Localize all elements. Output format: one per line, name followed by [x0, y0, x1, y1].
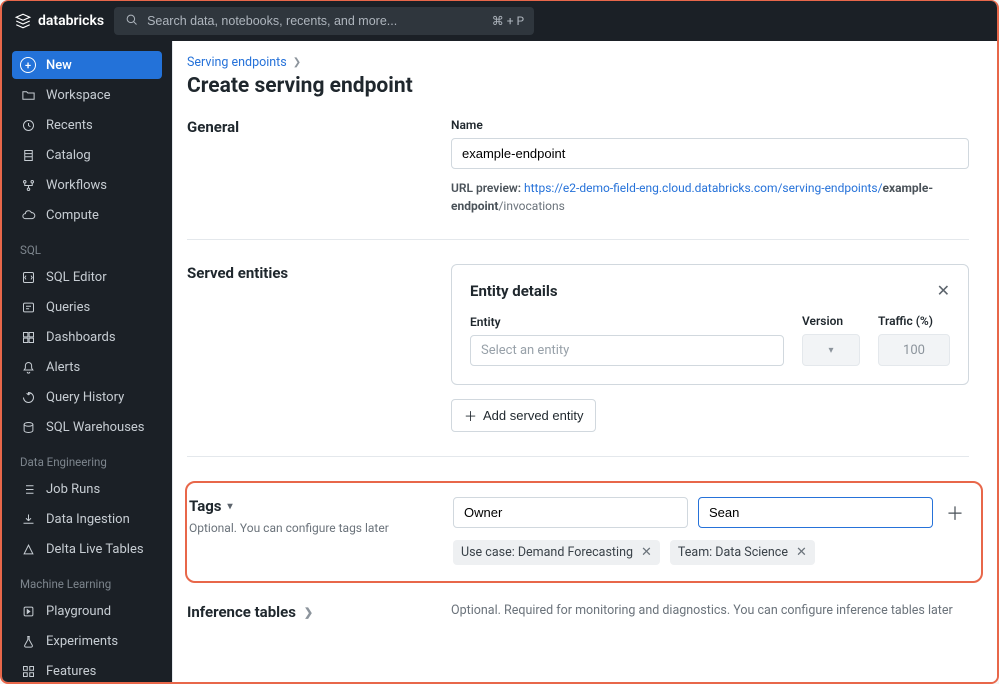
tags-section-highlight: Tags ▾ Optional. You can configure tags … [185, 481, 983, 583]
tag-key-input[interactable] [453, 497, 688, 528]
url-preview: URL preview: https://e2-demo-field-eng.c… [451, 179, 969, 215]
cloud-icon [20, 207, 36, 223]
editor-icon [20, 269, 36, 285]
sidebar: + New Workspace Recents Catalog Workflow… [2, 41, 172, 682]
dashboard-icon [20, 329, 36, 345]
chevron-right-icon: ❯ [293, 57, 301, 68]
sidebar-item-query-history[interactable]: Query History [12, 383, 162, 411]
page-title: Create serving endpoint [187, 74, 969, 98]
features-icon [20, 663, 36, 679]
databricks-logo-icon [14, 12, 32, 30]
inference-tables-heading[interactable]: Inference tables ❯ [187, 603, 427, 621]
folder-icon [20, 87, 36, 103]
sidebar-item-workflows[interactable]: Workflows [12, 171, 162, 199]
warehouse-icon [20, 419, 36, 435]
entity-details-title: Entity details [470, 282, 558, 300]
search-shortcut: ⌘ + P [492, 14, 524, 28]
search-icon [124, 12, 139, 31]
history-icon [20, 389, 36, 405]
list-icon [20, 481, 36, 497]
main-content: Serving endpoints ❯ Create serving endpo… [172, 41, 997, 682]
sidebar-item-sql-editor[interactable]: SQL Editor [12, 263, 162, 291]
sql-section-header: SQL [12, 231, 162, 261]
entity-label: Entity [470, 315, 784, 329]
entity-details-panel: Entity details ✕ Entity Select an entity… [451, 264, 969, 385]
breadcrumb-parent[interactable]: Serving endpoints [187, 55, 287, 70]
traffic-input[interactable]: 100 [878, 334, 950, 366]
sidebar-item-queries[interactable]: Queries [12, 293, 162, 321]
sidebar-item-features[interactable]: Features [12, 657, 162, 682]
sidebar-item-sql-warehouses[interactable]: SQL Warehouses [12, 413, 162, 441]
served-entities-heading: Served entities [187, 264, 427, 282]
playground-icon [20, 603, 36, 619]
new-button[interactable]: + New [12, 51, 162, 79]
name-label: Name [451, 118, 969, 132]
version-select[interactable]: ▾ [802, 334, 860, 366]
flask-icon [20, 633, 36, 649]
plus-icon: ＋ [946, 500, 964, 526]
global-search[interactable]: ⌘ + P [114, 7, 534, 35]
tags-subtitle: Optional. You can configure tags later [189, 521, 429, 535]
sidebar-item-playground[interactable]: Playground [12, 597, 162, 625]
chevron-down-icon[interactable]: ▾ [228, 501, 233, 512]
catalog-icon [20, 147, 36, 163]
remove-tag-icon[interactable]: ✕ [796, 545, 807, 560]
endpoint-name-input[interactable] [451, 138, 969, 169]
delta-icon [20, 541, 36, 557]
plus-icon: ＋ [464, 406, 477, 425]
close-icon[interactable]: ✕ [937, 281, 950, 300]
tag-chip: Team: Data Science ✕ [670, 540, 815, 565]
new-label: New [46, 58, 72, 73]
tags-heading: Tags ▾ [189, 497, 429, 515]
sidebar-item-catalog[interactable]: Catalog [12, 141, 162, 169]
add-tag-button[interactable]: ＋ [943, 501, 967, 525]
ingestion-icon [20, 511, 36, 527]
inference-note: Optional. Required for monitoring and di… [451, 603, 969, 621]
sidebar-item-data-ingestion[interactable]: Data Ingestion [12, 505, 162, 533]
sidebar-item-delta-live-tables[interactable]: Delta Live Tables [12, 535, 162, 563]
sidebar-item-job-runs[interactable]: Job Runs [12, 475, 162, 503]
brand: databricks [14, 12, 104, 30]
queries-icon [20, 299, 36, 315]
sidebar-item-dashboards[interactable]: Dashboards [12, 323, 162, 351]
tag-chip: Use case: Demand Forecasting ✕ [453, 540, 660, 565]
traffic-label: Traffic (%) [878, 314, 950, 328]
clock-icon [20, 117, 36, 133]
tag-value-input[interactable] [698, 497, 933, 528]
general-heading: General [187, 118, 427, 136]
search-input[interactable] [147, 14, 484, 28]
version-label: Version [802, 314, 860, 328]
sidebar-item-compute[interactable]: Compute [12, 201, 162, 229]
sidebar-item-experiments[interactable]: Experiments [12, 627, 162, 655]
plus-circle-icon: + [20, 57, 36, 73]
workflows-icon [20, 177, 36, 193]
brand-name: databricks [38, 13, 104, 29]
de-section-header: Data Engineering [12, 443, 162, 473]
add-served-entity-button[interactable]: ＋ Add served entity [451, 399, 596, 432]
chevron-right-icon: ❯ [304, 606, 313, 619]
breadcrumb: Serving endpoints ❯ [187, 55, 969, 70]
remove-tag-icon[interactable]: ✕ [641, 545, 652, 560]
sidebar-item-workspace[interactable]: Workspace [12, 81, 162, 109]
bell-icon [20, 359, 36, 375]
entity-select[interactable]: Select an entity [470, 335, 784, 366]
sidebar-item-recents[interactable]: Recents [12, 111, 162, 139]
sidebar-item-alerts[interactable]: Alerts [12, 353, 162, 381]
chevron-down-icon: ▾ [828, 345, 833, 356]
ml-section-header: Machine Learning [12, 565, 162, 595]
